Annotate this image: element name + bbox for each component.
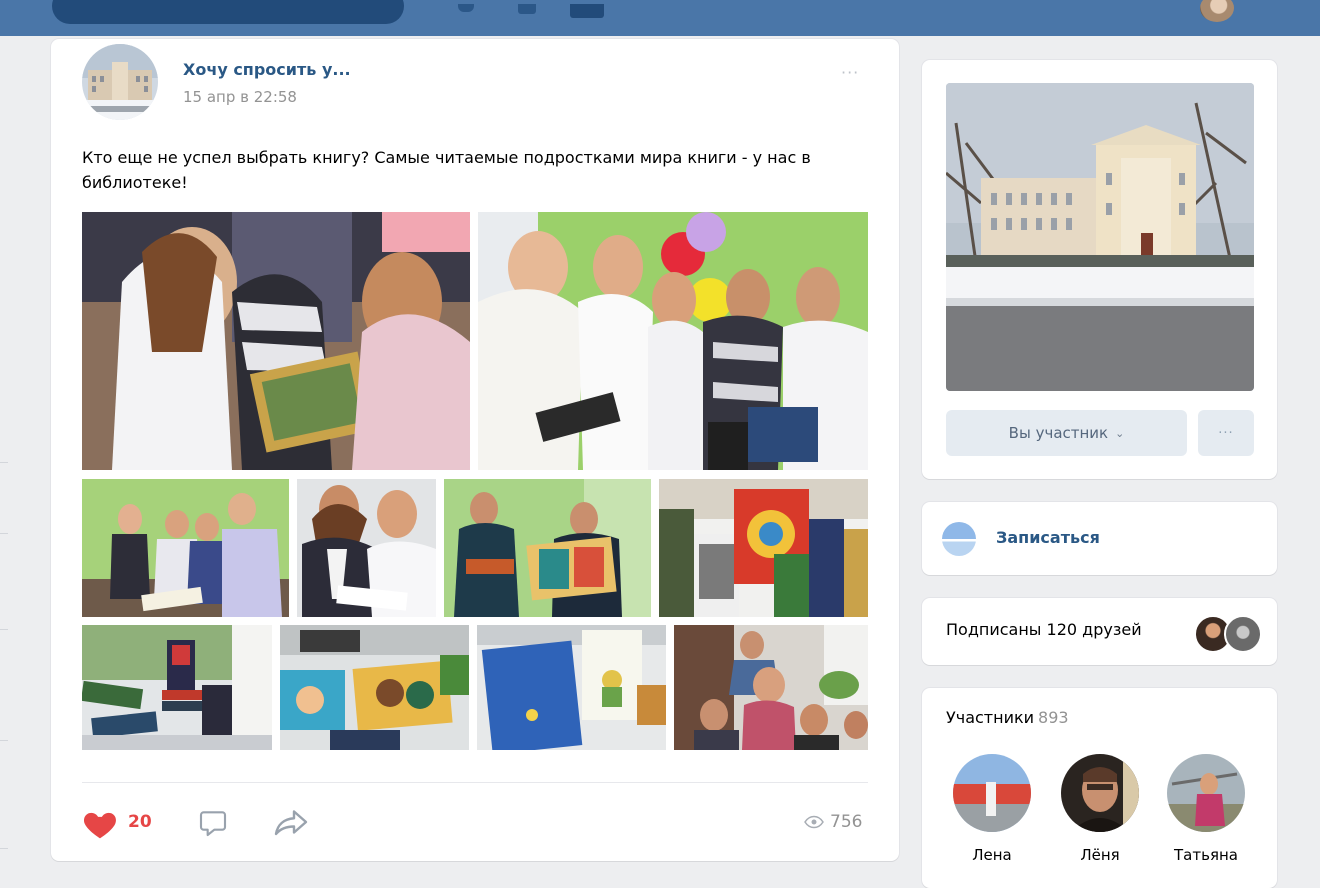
post-photo[interactable] — [82, 479, 289, 617]
divider — [0, 462, 8, 463]
post-photo[interactable] — [674, 625, 868, 750]
signup-link[interactable]: Записаться — [996, 528, 1100, 547]
post-photo[interactable] — [659, 479, 868, 617]
friends-card[interactable]: Подписаны 120 друзей — [922, 598, 1277, 665]
wall-post: Хочу спросить у... 15 апр в 22:58 ··· Кт… — [51, 39, 899, 861]
profile-menu-button[interactable] — [570, 4, 604, 18]
group-avatar[interactable] — [82, 44, 158, 120]
member-avatar[interactable] — [953, 754, 1031, 832]
post-photo[interactable] — [280, 625, 469, 750]
member-name[interactable]: Лена — [952, 846, 1032, 864]
post-photo[interactable] — [82, 212, 470, 470]
comment-icon[interactable] — [197, 807, 229, 839]
divider — [0, 848, 8, 849]
member-avatar[interactable] — [1061, 754, 1139, 832]
members-title[interactable]: Участники 893 — [946, 708, 1069, 727]
like-count[interactable]: 20 — [128, 812, 152, 832]
member-name[interactable]: Татьяна — [1166, 846, 1246, 864]
post-photo[interactable] — [444, 479, 651, 617]
top-bar — [0, 0, 1320, 36]
group-more-button[interactable]: ··· — [1198, 410, 1254, 456]
member-item[interactable]: Лёня — [1060, 754, 1140, 864]
member-avatar[interactable] — [1167, 754, 1245, 832]
post-photo[interactable] — [478, 212, 868, 470]
friends-subscribed-label[interactable]: Подписаны 120 друзей — [946, 620, 1142, 639]
group-photo[interactable] — [946, 83, 1254, 391]
signup-card: Записаться — [922, 502, 1277, 575]
post-author-link[interactable]: Хочу спросить у... — [183, 60, 351, 79]
post-text: Кто еще не успел выбрать книгу? Самые чи… — [82, 148, 811, 192]
post-date[interactable]: 15 апр в 22:58 — [183, 88, 297, 106]
divider — [0, 629, 8, 630]
member-status-label: Вы участник — [1008, 424, 1109, 442]
calendar-icon — [942, 522, 976, 556]
music-icon[interactable] — [518, 4, 536, 14]
divider — [0, 533, 8, 534]
member-name[interactable]: Лёня — [1060, 846, 1140, 864]
post-photo[interactable] — [477, 625, 666, 750]
user-avatar[interactable] — [1200, 0, 1234, 22]
search-input[interactable] — [52, 0, 404, 24]
group-cover-card: Вы участник ⌄ ··· — [922, 60, 1277, 479]
member-status-button[interactable]: Вы участник ⌄ — [946, 410, 1187, 456]
eye-icon — [804, 815, 824, 829]
chevron-down-icon: ⌄ — [1115, 426, 1125, 440]
views-count: 756 — [830, 812, 863, 832]
post-photo[interactable] — [297, 479, 436, 617]
members-card: Участники 893 Лена Лёня Татьяна — [922, 688, 1277, 888]
members-title-label: Участники — [946, 708, 1035, 727]
member-item[interactable]: Татьяна — [1166, 754, 1246, 864]
post-photo[interactable] — [82, 625, 272, 750]
heart-icon[interactable] — [81, 805, 119, 843]
friend-avatar[interactable] — [1224, 615, 1262, 653]
share-icon[interactable] — [273, 807, 309, 837]
divider — [0, 740, 8, 741]
notifications-icon[interactable] — [458, 4, 474, 12]
members-count: 893 — [1038, 708, 1069, 727]
post-more-icon[interactable]: ··· — [841, 63, 859, 82]
member-item[interactable]: Лена — [952, 754, 1032, 864]
post-divider — [82, 782, 868, 783]
